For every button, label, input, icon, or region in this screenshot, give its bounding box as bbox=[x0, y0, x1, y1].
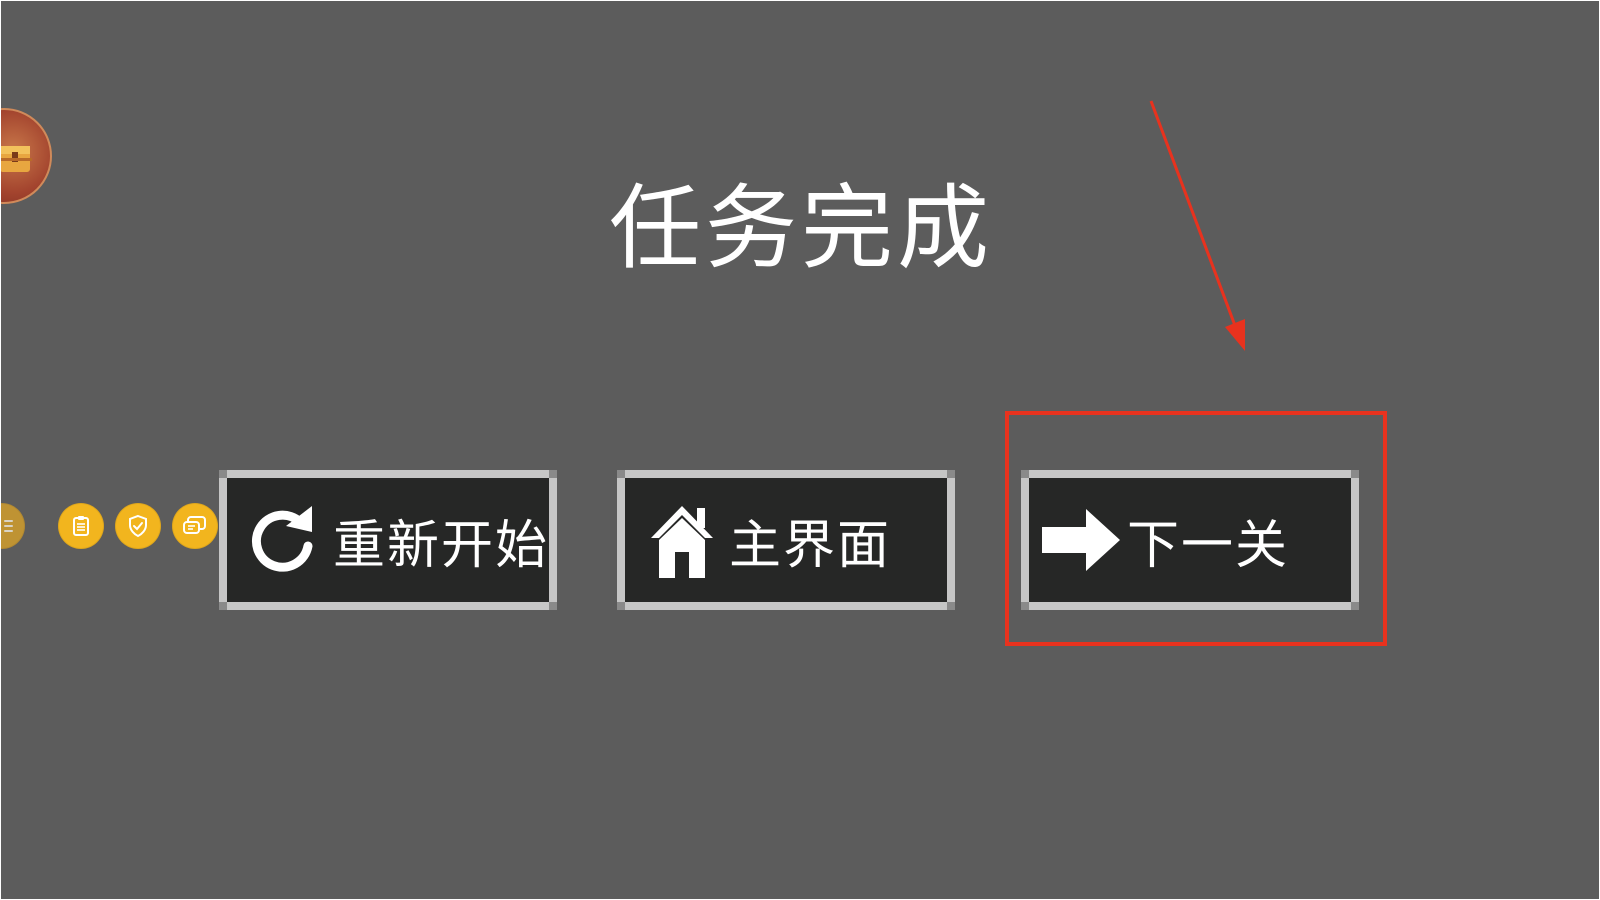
annotation-arrow-icon bbox=[1149, 100, 1245, 351]
game-screen: 任务完成 重新开始 主界面 下一关 bbox=[1, 1, 1599, 899]
